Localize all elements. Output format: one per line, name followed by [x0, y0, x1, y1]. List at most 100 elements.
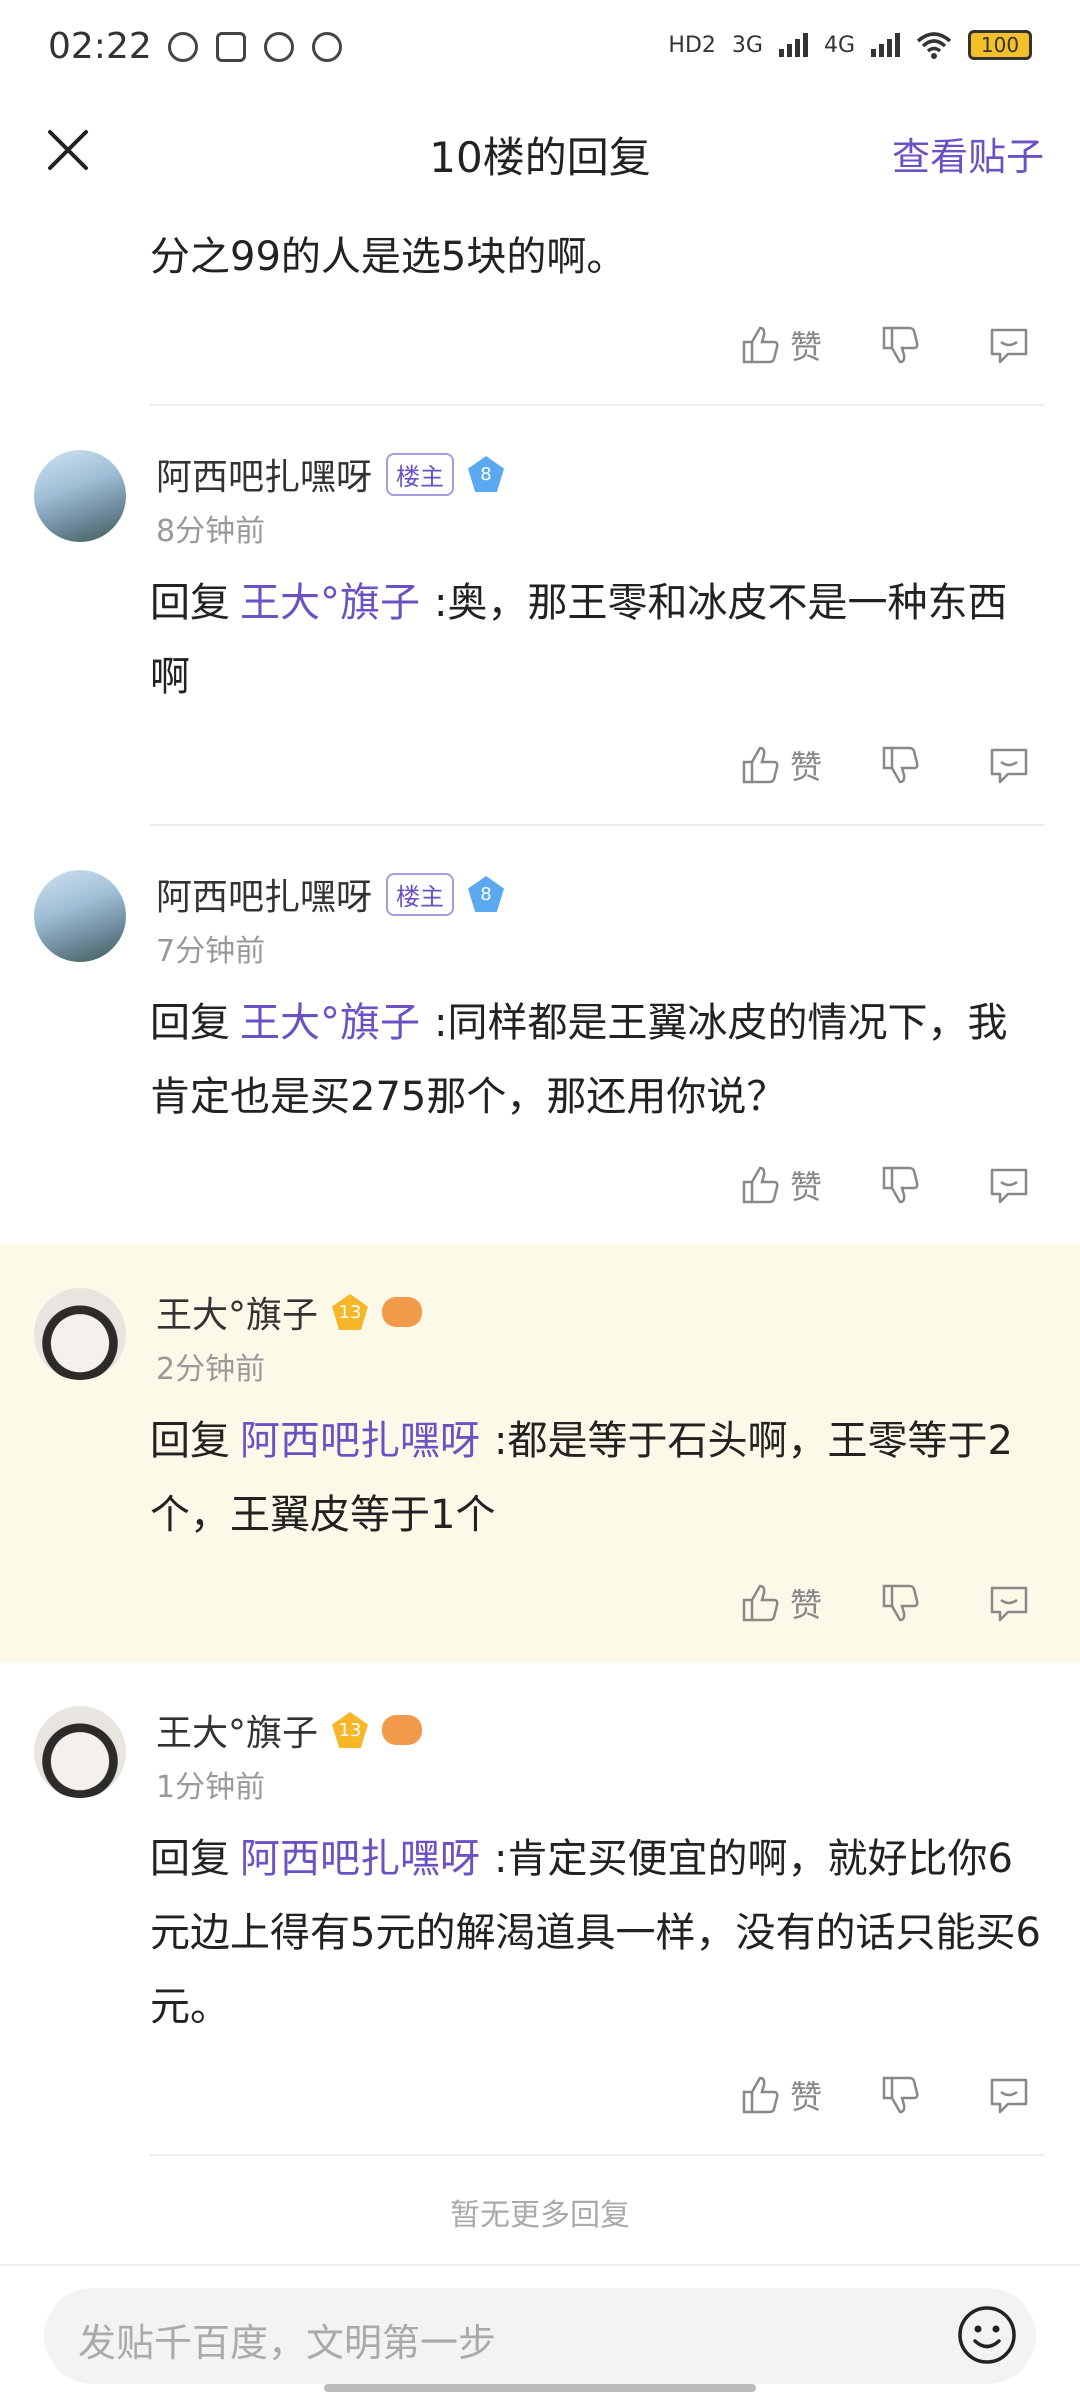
user-line: 王大°旗子 13	[156, 1286, 423, 1338]
mention-link[interactable]: 王大°旗子	[240, 580, 420, 626]
comment-button[interactable]	[986, 322, 1032, 368]
username[interactable]: 王大°旗子	[156, 1286, 318, 1338]
comment-button[interactable]	[986, 1580, 1032, 1626]
reply-actions: 赞	[0, 1134, 1080, 1244]
status-bar: 02:22 HD2 3G 4G 100	[0, 0, 1080, 100]
timestamp: 1分钟前	[156, 1770, 266, 1805]
comment-icon	[990, 1168, 1028, 1204]
divider	[150, 2154, 1044, 2156]
home-indicator[interactable]	[324, 2384, 756, 2392]
reply-input[interactable]: 发贴千百度，文明第一步	[44, 2288, 1036, 2384]
hd-indicator: HD2	[668, 32, 716, 58]
thumbs-up-icon	[742, 1584, 779, 1622]
thumbs-down-icon	[882, 746, 919, 784]
status-time: 02:22	[48, 26, 152, 67]
signal-icon	[778, 33, 808, 57]
comment-button[interactable]	[986, 1162, 1032, 1208]
thumbs-down-icon	[882, 1166, 919, 1204]
avatar[interactable]	[34, 870, 126, 962]
comment-icon	[990, 1586, 1028, 1622]
emoji-icon[interactable]	[956, 2304, 1018, 2366]
comment-button[interactable]	[986, 742, 1032, 788]
app-notification-icon	[168, 32, 198, 62]
dislike-button[interactable]	[876, 742, 922, 788]
reply-text: 回复 王大°旗子:奥，那王零和冰皮不是一种东西啊	[150, 566, 1044, 714]
thumbs-down-icon	[882, 1584, 919, 1622]
system-status: HD2 3G 4G 100	[668, 30, 1032, 60]
mention-link[interactable]: 阿西吧扎嘿呀	[240, 1836, 480, 1882]
gamepad-icon	[382, 1715, 423, 1745]
like-button[interactable]: 赞	[736, 1580, 822, 1626]
like-button[interactable]: 赞	[736, 2072, 822, 2118]
reply-item: 阿西吧扎嘿呀 楼主 8 7分钟前 回复 王大°旗子:同样都是王翼冰皮的情况下，我肯…	[0, 826, 1080, 1244]
level-badge-icon: 13	[332, 1294, 369, 1330]
like-label: 赞	[790, 748, 823, 786]
timestamp: 7分钟前	[156, 934, 266, 969]
owner-badge: 楼主	[386, 872, 455, 916]
reply-item: 阿西吧扎嘿呀 楼主 8 8分钟前 回复 王大°旗子:奥，那王零和冰皮不是一种东西啊…	[0, 406, 1080, 826]
level-badge-icon: 8	[468, 456, 505, 492]
comment-icon	[990, 328, 1028, 364]
timestamp: 8分钟前	[156, 514, 266, 549]
reply-input-bar: 发贴千百度，文明第一步	[0, 2264, 1080, 2402]
user-line: 王大°旗子 13	[156, 1704, 423, 1756]
reply-prefix: 回复	[150, 1000, 230, 1046]
reply-list: 分之99的人是选5块的啊。 赞 阿西吧扎嘿呀 楼主 8 8分钟前 回复 王大°旗子…	[0, 200, 1080, 2234]
reply-item-highlighted: 王大°旗子 13 2分钟前 回复 阿西吧扎嘿呀:都是等于石头啊，王零等于2个，王翼…	[0, 1244, 1080, 1662]
thumbs-down-icon	[882, 2076, 919, 2114]
like-label: 赞	[790, 328, 823, 366]
thumbs-up-icon	[742, 326, 779, 364]
reply-text: 回复 阿西吧扎嘿呀:都是等于石头啊，王零等于2个，王翼皮等于1个	[150, 1404, 1044, 1552]
like-button[interactable]: 赞	[736, 322, 822, 368]
thumbs-down-icon	[882, 326, 919, 364]
reply-text: 分之99的人是选5块的啊。	[150, 234, 627, 280]
header: 10楼的回复 查看贴子	[0, 100, 1080, 200]
username[interactable]: 王大°旗子	[156, 1704, 318, 1756]
no-more-replies-note: 暂无更多回复	[450, 2198, 630, 2233]
like-label: 赞	[790, 2078, 823, 2116]
wifi-icon	[916, 32, 952, 59]
hotspot-icon	[264, 32, 294, 62]
reply-item: 王大°旗子 13 1分钟前 回复 阿西吧扎嘿呀:肯定买便宜的啊，就好比你6元边上得…	[0, 1662, 1080, 2156]
reply-actions: 赞	[0, 714, 1080, 824]
dislike-button[interactable]	[876, 1580, 922, 1626]
fan-icon	[312, 32, 342, 62]
comment-button[interactable]	[986, 2072, 1032, 2118]
reply-input-placeholder: 发贴千百度，文明第一步	[78, 2321, 497, 2365]
username[interactable]: 阿西吧扎嘿呀	[156, 448, 372, 500]
avatar[interactable]	[34, 1288, 126, 1380]
reply-prefix: 回复	[150, 1836, 230, 1882]
level-badge-icon: 8	[468, 876, 505, 912]
reply-text: 回复 王大°旗子:同样都是王翼冰皮的情况下，我肯定也是买275那个，那还用你说？	[150, 986, 1044, 1134]
username[interactable]: 阿西吧扎嘿呀	[156, 868, 372, 920]
thumbs-up-icon	[742, 746, 779, 784]
dislike-button[interactable]	[876, 2072, 922, 2118]
comment-icon	[990, 748, 1028, 784]
reply-text: 回复 阿西吧扎嘿呀:肯定买便宜的啊，就好比你6元边上得有5元的解渴道具一样，没有的…	[150, 1822, 1044, 2044]
app-notification-icon	[216, 32, 246, 62]
like-label: 赞	[790, 1586, 823, 1624]
gamepad-icon	[382, 1297, 423, 1327]
user-line: 阿西吧扎嘿呀 楼主 8	[156, 868, 505, 920]
mention-link[interactable]: 阿西吧扎嘿呀	[240, 1418, 480, 1464]
avatar[interactable]	[34, 1706, 126, 1798]
reply-prefix: 回复	[150, 1418, 230, 1464]
comment-icon	[990, 2078, 1028, 2114]
thumbs-up-icon	[742, 1166, 779, 1204]
like-button[interactable]: 赞	[736, 1162, 822, 1208]
reply-actions: 赞	[0, 294, 1080, 404]
reply-actions: 赞	[0, 1552, 1080, 1662]
mention-link[interactable]: 王大°旗子	[240, 1000, 420, 1046]
reply-actions: 赞	[0, 2044, 1080, 2154]
dislike-button[interactable]	[876, 1162, 922, 1208]
thumbs-up-icon	[742, 2076, 779, 2114]
avatar[interactable]	[34, 450, 126, 542]
battery-icon: 100	[968, 30, 1032, 60]
notification-icons	[168, 32, 342, 62]
dislike-button[interactable]	[876, 322, 922, 368]
network-4g: 4G	[823, 32, 855, 58]
reply-item: 分之99的人是选5块的啊。 赞	[0, 200, 1080, 406]
like-button[interactable]: 赞	[736, 742, 822, 788]
view-post-link[interactable]: 查看贴子	[892, 126, 1044, 181]
timestamp: 2分钟前	[156, 1352, 266, 1387]
